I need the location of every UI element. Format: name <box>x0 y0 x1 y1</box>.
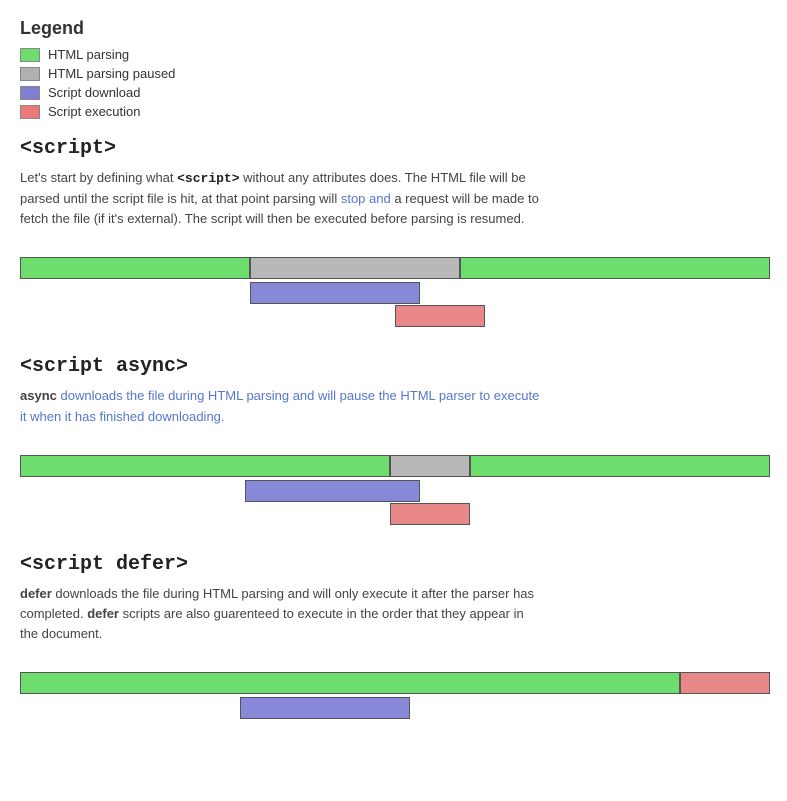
section-title-script-defer: <script defer> <box>20 553 767 576</box>
diagram-script <box>20 247 770 327</box>
desc-script-async: async downloads the file during HTML par… <box>20 386 540 426</box>
section-title-script: <script> <box>20 137 767 160</box>
bar-async-green-1 <box>20 455 390 477</box>
legend-label-script-download: Script download <box>48 85 141 100</box>
legend-item-script-execution: Script execution <box>20 104 767 119</box>
desc-script: Let's start by defining what <script> wi… <box>20 168 540 229</box>
bar-script-pink <box>395 305 485 327</box>
diagram-script-defer <box>20 662 770 752</box>
bar-defer-pink <box>680 672 770 694</box>
swatch-script-download <box>20 86 40 100</box>
section-script-async: <script async> async downloads the file … <box>20 355 767 524</box>
desc-script-defer: defer downloads the file during HTML par… <box>20 584 540 644</box>
code-defer-2: defer <box>87 606 119 621</box>
legend-title: Legend <box>20 18 767 39</box>
bar-async-green-2 <box>470 455 770 477</box>
code-defer-1: defer <box>20 586 52 601</box>
bar-async-gray <box>390 455 470 477</box>
legend: Legend HTML parsing HTML parsing paused … <box>20 18 767 119</box>
bar-async-blue <box>245 480 420 502</box>
bar-script-green-2 <box>460 257 770 279</box>
bar-script-blue <box>250 282 420 304</box>
legend-items: HTML parsing HTML parsing paused Script … <box>20 47 767 119</box>
bar-defer-blue <box>240 697 410 719</box>
code-async: async <box>20 388 57 403</box>
legend-item-html-parsing: HTML parsing <box>20 47 767 62</box>
legend-item-html-parsing-paused: HTML parsing paused <box>20 66 767 81</box>
async-desc-text: downloads the file during HTML parsing a… <box>20 388 539 423</box>
legend-item-script-download: Script download <box>20 85 767 100</box>
diagram-script-async <box>20 445 770 525</box>
legend-label-html-parsing: HTML parsing <box>48 47 129 62</box>
section-title-script-async: <script async> <box>20 355 767 378</box>
highlight-stop-and: stop and <box>341 191 391 206</box>
swatch-script-execution <box>20 105 40 119</box>
bar-defer-green <box>20 672 680 694</box>
swatch-html-parsing <box>20 48 40 62</box>
swatch-html-parsing-paused <box>20 67 40 81</box>
legend-label-html-parsing-paused: HTML parsing paused <box>48 66 175 81</box>
section-script-defer: <script defer> defer downloads the file … <box>20 553 767 752</box>
section-script: <script> Let's start by defining what <s… <box>20 137 767 327</box>
code-script: <script> <box>177 171 239 186</box>
bar-script-gray <box>250 257 460 279</box>
legend-label-script-execution: Script execution <box>48 104 141 119</box>
bar-async-pink <box>390 503 470 525</box>
bar-script-green-1 <box>20 257 250 279</box>
